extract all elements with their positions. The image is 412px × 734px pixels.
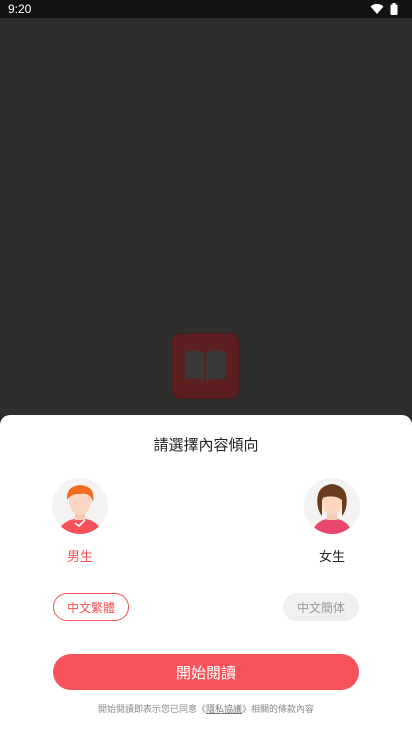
- terms-text: 開始閱讀即表示您已同意《隱私協議》相關的條款內容: [0, 702, 412, 715]
- start-reading-button[interactable]: 開始閱讀: [53, 654, 359, 690]
- status-time: 9:20: [8, 2, 32, 16]
- female-avatar-option[interactable]: [304, 478, 360, 534]
- male-label[interactable]: 男生: [52, 546, 108, 565]
- simplified-chinese-button[interactable]: 中文簡体: [283, 593, 359, 621]
- female-label[interactable]: 女生: [304, 546, 360, 565]
- app-logo: [173, 334, 238, 398]
- status-bar: 9:20: [0, 0, 412, 18]
- sheet-title: 請選擇內容傾向: [153, 436, 259, 454]
- terms-suffix: 》相關的條款內容: [242, 705, 315, 715]
- privacy-policy-link[interactable]: 隱私協議: [206, 705, 242, 715]
- battery-icon: [390, 3, 398, 18]
- female-avatar-icon: [304, 478, 360, 534]
- traditional-chinese-button[interactable]: 中文繁體: [53, 593, 129, 621]
- wifi-icon: [370, 3, 384, 18]
- terms-prefix: 開始閱讀即表示您已同意《: [97, 705, 206, 715]
- selected-check-icon: [74, 519, 86, 527]
